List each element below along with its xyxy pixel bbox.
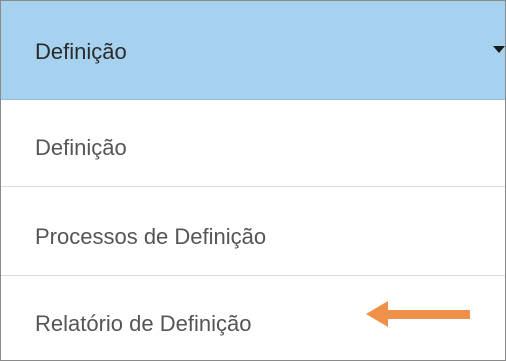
menu-item-label: Processos de Definição (35, 224, 267, 249)
menu-item-label: Relatório de Definição (35, 311, 252, 336)
arrow-left-icon (366, 301, 470, 327)
dropdown-selected-label: Definição (35, 39, 127, 64)
menu-item-definicao[interactable]: Definição (1, 100, 505, 187)
menu-item-processos-de-definicao[interactable]: Processos de Definição (1, 187, 505, 276)
caret-down-icon (493, 46, 505, 53)
dropdown-toggle[interactable]: Definição (1, 1, 505, 100)
menu-item-label: Definição (35, 135, 127, 160)
